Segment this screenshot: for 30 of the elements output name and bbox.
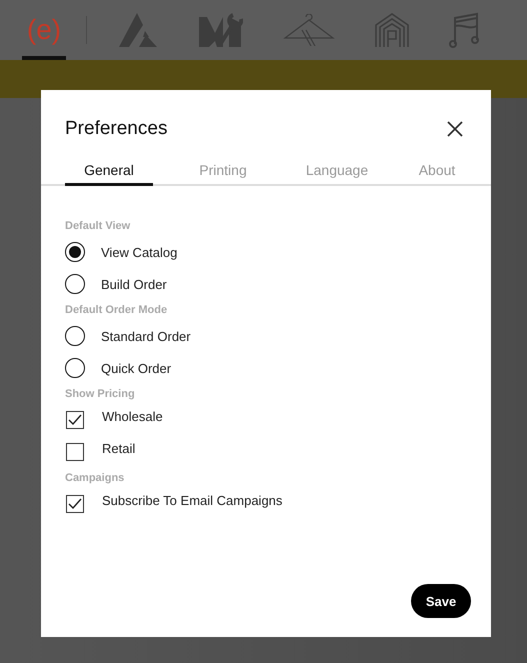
radio-button[interactable]	[65, 358, 85, 378]
section-label: Default Order Mode	[65, 304, 168, 318]
section-label: Show Pricing	[65, 388, 136, 402]
option-label: View Catalog	[101, 244, 178, 260]
music-note-icon	[449, 12, 481, 48]
wrench-logo-icon	[199, 13, 243, 47]
checkbox[interactable]	[66, 495, 84, 513]
radio-button[interactable]	[65, 326, 85, 346]
tab[interactable]: General	[65, 162, 153, 186]
option-label: Retail	[102, 440, 136, 456]
save-button[interactable]: Save	[411, 584, 471, 618]
section-label: Campaigns	[65, 472, 126, 486]
option-label: Build Order	[101, 276, 167, 292]
option-label: Subscribe To Email Campaigns	[102, 492, 282, 508]
checkbox[interactable]	[66, 411, 84, 429]
option-label: Wholesale	[102, 408, 163, 424]
hanger-icon	[283, 14, 335, 46]
tab[interactable]: Printing	[179, 162, 267, 186]
checkbox[interactable]	[66, 443, 84, 461]
radio-button[interactable]	[65, 274, 85, 294]
option-label: Standard Order	[101, 328, 191, 344]
close-icon[interactable]	[447, 121, 463, 137]
tab[interactable]: Language	[293, 162, 381, 186]
section-label: Default View	[65, 220, 132, 234]
triangle-logo-icon	[119, 13, 159, 47]
tab[interactable]: About	[407, 162, 467, 186]
dialog-title: Preferences	[65, 118, 168, 140]
house-logo-icon	[375, 13, 409, 47]
option-label: Quick Order	[101, 360, 172, 376]
radio-button[interactable]	[65, 242, 85, 262]
